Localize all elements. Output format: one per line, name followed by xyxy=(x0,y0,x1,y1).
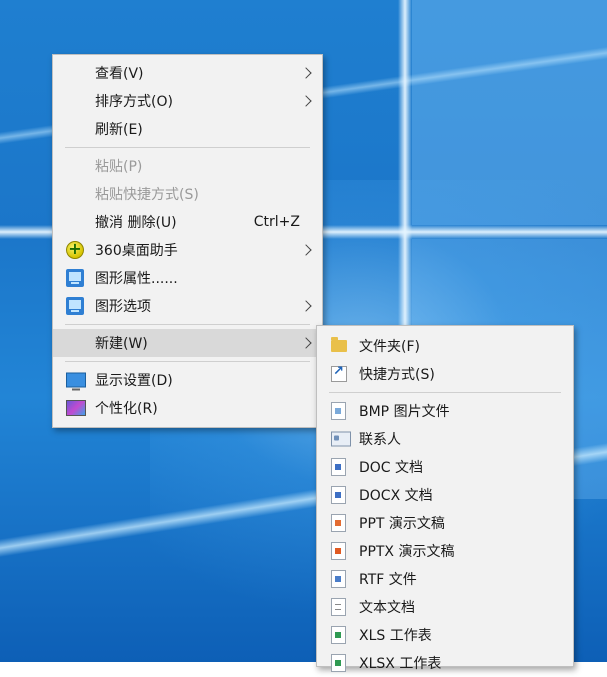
submenu-item-docx[interactable]: DOCX 文档 xyxy=(317,481,573,509)
chevron-right-icon xyxy=(300,244,312,256)
submenu-item-bmp[interactable]: BMP 图片文件 xyxy=(317,397,573,425)
doc-file-icon xyxy=(331,458,346,476)
menu-item-label: 新建(W) xyxy=(95,336,148,352)
new-submenu: 文件夹(F) 快捷方式(S) BMP 图片文件 联系人 DOC 文档 DOCX … xyxy=(316,325,574,672)
menu-item-label: 联系人 xyxy=(359,432,401,448)
360-icon xyxy=(66,239,84,259)
menu-item-label: 360桌面助手 xyxy=(95,243,178,259)
bmp-file-icon xyxy=(331,402,346,420)
xlsx-file-icon xyxy=(331,654,346,672)
menu-item-label: 文件夹(F) xyxy=(359,339,420,355)
chevron-right-icon xyxy=(300,337,312,349)
menu-item-label: 图形属性...... xyxy=(95,271,178,287)
graphics-icon xyxy=(66,269,84,287)
menu-item-label: DOC 文档 xyxy=(359,460,424,476)
menu-item-sort-by[interactable]: 排序方式(O) xyxy=(53,87,322,115)
menu-item-paste-shortcut[interactable]: 粘贴快捷方式(S) xyxy=(53,180,322,208)
menu-item-label: XLSX 工作表 xyxy=(359,656,442,672)
submenu-item-doc[interactable]: DOC 文档 xyxy=(317,453,573,481)
menu-item-undo-delete[interactable]: 撤消 删除(U) Ctrl+Z xyxy=(53,208,322,236)
menu-item-personalize[interactable]: 个性化(R) xyxy=(53,394,322,422)
menu-separator xyxy=(65,147,310,148)
menu-item-label: 粘贴(P) xyxy=(95,159,143,175)
menu-item-label: BMP 图片文件 xyxy=(359,404,450,420)
menu-item-shortcut: Ctrl+Z xyxy=(253,214,300,230)
contact-icon xyxy=(331,431,351,447)
submenu-item-xls[interactable]: XLS 工作表 xyxy=(317,621,573,649)
menu-item-display-settings[interactable]: 显示设置(D) xyxy=(53,366,322,394)
graphics-icon xyxy=(66,297,84,315)
menu-item-label: 刷新(E) xyxy=(95,122,143,138)
menu-separator xyxy=(65,324,310,325)
menu-separator xyxy=(329,392,561,393)
submenu-item-rtf[interactable]: RTF 文件 xyxy=(317,565,573,593)
desktop-context-menu: 查看(V) 排序方式(O) 刷新(E) 粘贴(P) 粘贴快捷方式(S) 撤消 删… xyxy=(52,54,323,428)
menu-item-label: 撤消 删除(U) xyxy=(95,215,177,231)
ppt-file-icon xyxy=(331,514,346,532)
personalize-icon xyxy=(66,400,86,416)
menu-item-label: XLS 工作表 xyxy=(359,628,432,644)
menu-item-graphics-options[interactable]: 图形选项 xyxy=(53,292,322,320)
menu-item-label: 个性化(R) xyxy=(95,401,158,417)
submenu-item-text-document[interactable]: 文本文档 xyxy=(317,593,573,621)
menu-item-label: 粘贴快捷方式(S) xyxy=(95,187,199,203)
menu-item-label: 快捷方式(S) xyxy=(359,367,435,383)
pptx-file-icon xyxy=(331,542,346,560)
menu-item-label: 查看(V) xyxy=(95,66,144,82)
rtf-file-icon xyxy=(331,570,346,588)
chevron-right-icon xyxy=(300,95,312,107)
docx-file-icon xyxy=(331,486,346,504)
submenu-item-xlsx[interactable]: XLSX 工作表 xyxy=(317,649,573,677)
chevron-right-icon xyxy=(300,300,312,312)
menu-item-label: 文本文档 xyxy=(359,600,415,616)
display-icon xyxy=(66,372,86,391)
submenu-item-ppt[interactable]: PPT 演示文稿 xyxy=(317,509,573,537)
submenu-item-folder[interactable]: 文件夹(F) xyxy=(317,332,573,360)
submenu-item-pptx[interactable]: PPTX 演示文稿 xyxy=(317,537,573,565)
menu-item-refresh[interactable]: 刷新(E) xyxy=(53,115,322,143)
menu-item-360-desktop-helper[interactable]: 360桌面助手 xyxy=(53,236,322,264)
menu-item-label: 显示设置(D) xyxy=(95,373,173,389)
chevron-right-icon xyxy=(300,67,312,79)
shortcut-icon xyxy=(331,364,347,382)
folder-icon xyxy=(331,337,347,352)
menu-item-new[interactable]: 新建(W) xyxy=(53,329,322,357)
txt-file-icon xyxy=(331,598,346,616)
menu-item-label: 图形选项 xyxy=(95,299,151,315)
menu-item-label: 排序方式(O) xyxy=(95,94,173,110)
menu-item-label: PPTX 演示文稿 xyxy=(359,544,455,560)
menu-item-graphics-properties[interactable]: 图形属性...... xyxy=(53,264,322,292)
menu-item-paste[interactable]: 粘贴(P) xyxy=(53,152,322,180)
menu-item-label: DOCX 文档 xyxy=(359,488,433,504)
submenu-item-contact[interactable]: 联系人 xyxy=(317,425,573,453)
menu-item-label: PPT 演示文稿 xyxy=(359,516,445,532)
menu-item-label: RTF 文件 xyxy=(359,572,417,588)
xls-file-icon xyxy=(331,626,346,644)
menu-item-view[interactable]: 查看(V) xyxy=(53,59,322,87)
menu-separator xyxy=(65,361,310,362)
submenu-item-shortcut[interactable]: 快捷方式(S) xyxy=(317,360,573,388)
